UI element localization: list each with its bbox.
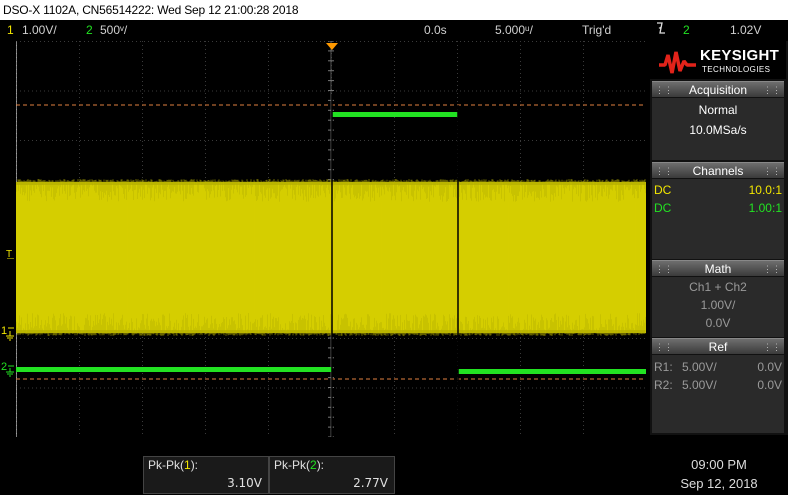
measurement-2-value: 2.77V	[353, 476, 388, 490]
ch1-ground-marker[interactable]: 1	[0, 325, 16, 341]
trigger-level-marker[interactable]: T	[6, 249, 16, 269]
math-body: Ch1 + Ch2 1.00V/ 0.0V	[652, 277, 784, 337]
ref2-offset: 0.0V	[757, 378, 782, 392]
ref-body: R1: 5.00V/ 0.0V R2: 5.00V/ 0.0V	[652, 355, 784, 433]
measurement-pkpk-2[interactable]: Pk-Pk(2): 2.77V	[269, 456, 395, 494]
acquisition-mode: Normal	[698, 103, 738, 117]
ch2-coupling: DC	[654, 201, 672, 215]
trigger-state: Trig'd	[582, 23, 612, 37]
ref1-offset: 0.0V	[757, 360, 782, 374]
ch1-number[interactable]: 1	[7, 21, 14, 39]
window-title-bar: DSO-X 1102A, CN56514222: Wed Sep 12 21:0…	[0, 0, 788, 20]
ch2-ground-marker[interactable]: 2	[0, 361, 16, 377]
channels-header[interactable]: ⋮⋮ Channels ⋮⋮	[652, 162, 784, 178]
waveform-display[interactable]	[16, 41, 646, 437]
measurement-1-value: 3.10V	[227, 476, 262, 490]
window-title: DSO-X 1102A, CN56514222: Wed Sep 12 21:0…	[3, 3, 299, 17]
clock-time: 09:00 PM	[691, 457, 747, 472]
math-header[interactable]: ⋮⋮ Math ⋮⋮	[652, 260, 784, 276]
ref2-name: R2:	[654, 378, 673, 392]
channels-body: DC 10.0:1 DC 1.00:1	[652, 179, 784, 259]
acquisition-rate: 10.0MSa/s	[689, 123, 747, 137]
trigger-source[interactable]: 2	[683, 21, 690, 39]
clock-date: Sep 12, 2018	[680, 476, 758, 491]
ref-header[interactable]: ⋮⋮ Ref ⋮⋮	[652, 338, 784, 354]
math-offset: 0.0V	[705, 316, 731, 330]
ch1-coupling: DC	[654, 183, 672, 197]
ch1-waveform	[16, 179, 646, 336]
ch2-number[interactable]: 2	[86, 21, 93, 39]
ref2-scale: 5.00V/	[682, 378, 717, 392]
falling-edge-icon[interactable]	[655, 20, 667, 41]
clock: 09:00 PM Sep 12, 2018	[652, 455, 786, 493]
trigger-level[interactable]: 1.02V	[730, 21, 761, 39]
trigger-position-marker	[326, 43, 338, 50]
math-scale: 1.00V/	[700, 298, 736, 312]
ch1-scale[interactable]: 1.00V/	[22, 21, 57, 39]
ref1-name: R1:	[654, 360, 673, 374]
keysight-wave-icon	[659, 51, 696, 74]
ch2-probe: 1.00:1	[748, 201, 782, 215]
time-delay[interactable]: 0.0s	[424, 21, 447, 39]
acquisition-body: Normal 10.0MSa/s	[652, 98, 784, 160]
measurement-2-channel: 2	[310, 458, 317, 472]
scope-status-bar: 1 1.00V/ 2 500ᵛ/ 0.0s 5.000ᵘ/ Trig'd 2 1…	[0, 20, 788, 40]
math-function: Ch1 + Ch2	[689, 280, 747, 294]
ch1-probe: 10.0:1	[748, 183, 782, 197]
acquisition-header[interactable]: ⋮⋮ Acquisition ⋮⋮	[652, 81, 784, 97]
time-scale[interactable]: 5.000ᵘ/	[495, 21, 533, 39]
ref1-scale: 5.00V/	[682, 360, 717, 374]
measurement-pkpk-1[interactable]: Pk-Pk(1): 3.10V	[143, 456, 269, 494]
softkey-panel: KEYSIGHT TECHNOLOGIES ⋮⋮ Acquisition ⋮⋮ …	[650, 41, 788, 435]
ch2-scale[interactable]: 500ᵛ/	[100, 21, 127, 39]
measurement-1-channel: 1	[184, 458, 191, 472]
keysight-logo: KEYSIGHT TECHNOLOGIES	[650, 41, 786, 79]
